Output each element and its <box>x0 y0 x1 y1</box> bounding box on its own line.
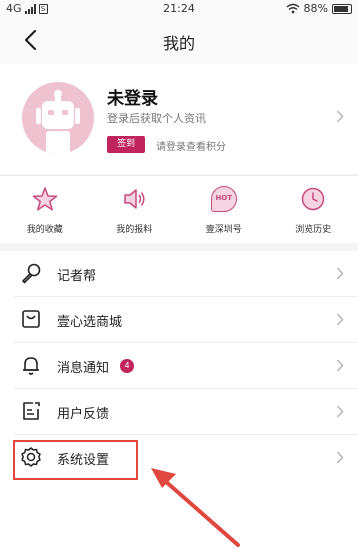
chevron-right-icon <box>337 451 344 464</box>
menu-label: 记者帮 <box>57 269 97 284</box>
nav-bar: 我的 <box>0 18 358 64</box>
menu-item-mall[interactable]: 壹心选商城 <box>0 297 358 343</box>
chevron-right-icon[interactable] <box>336 110 344 123</box>
shortcut-favorites[interactable]: 我的收藏 <box>0 176 90 243</box>
speaker-icon <box>124 189 145 209</box>
hot-icon-text: HOT <box>215 194 233 202</box>
shortcut-reports[interactable]: 我的报料 <box>90 176 180 243</box>
profile-card[interactable]: 未登录 登录后获取个人资讯 签到 请登录查看积分 <box>0 64 358 174</box>
shortcut-account[interactable]: HOT 壹深圳号 <box>179 176 269 243</box>
shortcut-label: 壹深圳号 <box>205 225 242 235</box>
page-title: 我的 <box>162 34 195 53</box>
avatar[interactable] <box>22 82 94 154</box>
shortcut-label: 我的收藏 <box>26 225 63 235</box>
chevron-right-icon <box>337 359 344 372</box>
robot-avatar-icon <box>36 90 80 154</box>
chevron-right-icon <box>337 405 344 418</box>
shortcut-bar: 我的收藏 我的报料 HOT 壹深圳号 浏览历史 <box>0 175 358 243</box>
chevron-right-icon <box>337 313 344 326</box>
bell-icon <box>23 357 39 375</box>
menu-item-notifications[interactable]: 消息通知 4 <box>0 343 358 389</box>
menu-list: 记者帮 壹心选商城 消息通知 4 用户反馈 系统设置 <box>0 251 358 549</box>
wifi-icon <box>286 3 299 14</box>
feedback-icon <box>23 402 40 420</box>
star-icon <box>32 187 57 211</box>
chevron-right-icon <box>337 267 344 280</box>
menu-item-settings[interactable]: 系统设置 <box>0 435 358 481</box>
menu-item-reporter-help[interactable]: 记者帮 <box>0 251 358 297</box>
menu-label: 用户反馈 <box>57 407 110 422</box>
battery-fill <box>334 5 349 12</box>
clock-icon <box>302 187 325 211</box>
signin-button[interactable]: 签到 <box>107 136 145 153</box>
menu-label: 系统设置 <box>57 453 110 468</box>
shortcut-label: 我的报料 <box>116 225 153 235</box>
menu-label: 壹心选商城 <box>57 315 123 330</box>
battery-percent: 88% <box>303 2 328 15</box>
status-bar: 4G S 21:24 88% <box>0 0 358 18</box>
battery-icon <box>332 3 352 14</box>
menu-item-feedback[interactable]: 用户反馈 <box>0 389 358 435</box>
shortcut-history[interactable]: 浏览历史 <box>269 176 358 243</box>
shortcut-label: 浏览历史 <box>295 225 332 235</box>
microphone-icon <box>22 263 41 284</box>
status-right: 88% <box>286 2 352 15</box>
hot-icon: HOT <box>210 186 237 212</box>
notification-badge: 4 <box>120 359 134 373</box>
menu-label: 消息通知 <box>57 361 110 376</box>
points-hint: 请登录查看积分 <box>156 142 226 153</box>
settings-icon <box>21 447 41 467</box>
login-subtitle: 登录后获取个人资讯 <box>107 112 206 125</box>
shopping-bag-icon <box>22 310 40 328</box>
user-name: 未登录 <box>107 89 158 109</box>
